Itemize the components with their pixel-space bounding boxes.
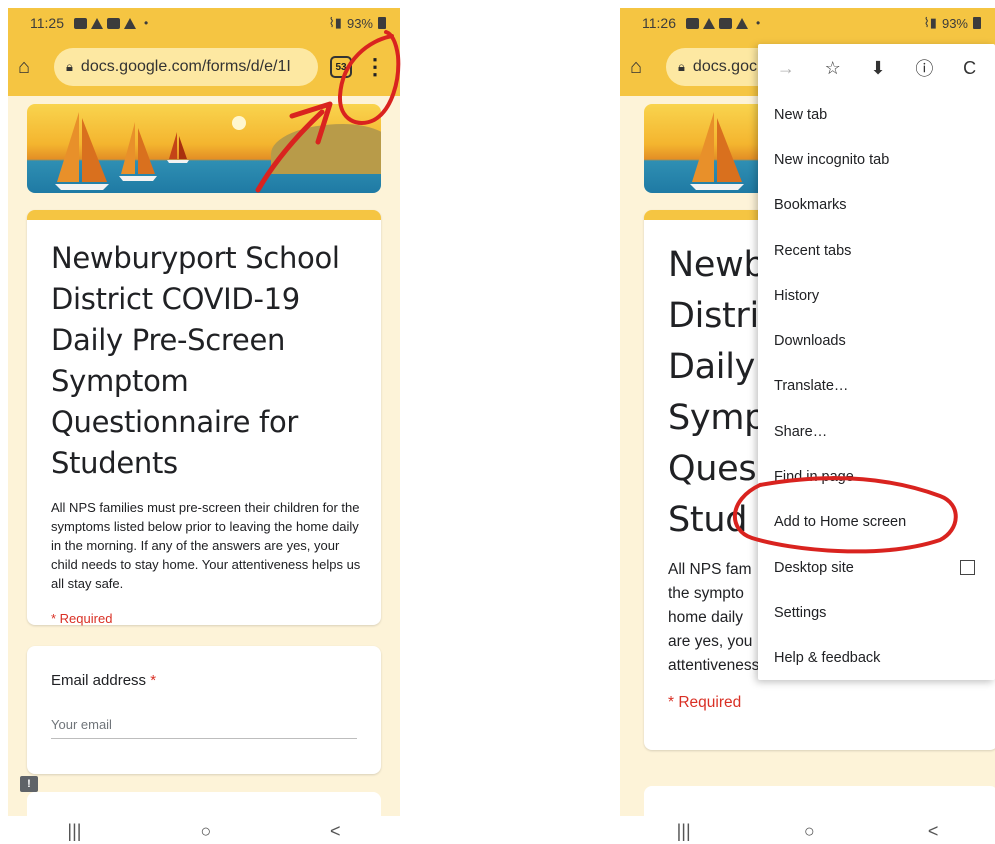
banner-image [27, 104, 381, 193]
bookmark-star-icon[interactable]: ☆ [825, 58, 841, 79]
form-page: Newburyport School District COVID-19 Dai… [8, 96, 400, 816]
sailboats-illustration [55, 112, 189, 190]
message-icon [686, 17, 699, 29]
home-button[interactable]: ○ [200, 821, 211, 842]
message-icon [74, 17, 87, 29]
browser-toolbar: ⌂ 🔒︎ docs.google.com/forms/d/e/1I 53 ⋮ [8, 38, 400, 96]
next-question-card [27, 792, 381, 816]
home-icon[interactable]: ⌂ [630, 56, 660, 79]
menu-item-add-to-home-screen[interactable]: Add to Home screen [758, 500, 995, 545]
url-field[interactable]: 🔒︎ docs.google.com/forms/d/e/1I [54, 48, 318, 86]
menu-item-desktop-site[interactable]: Desktop site [758, 545, 995, 590]
required-star: * [150, 672, 157, 689]
wifi-signal-icon: ⌇▮ [328, 15, 342, 30]
menu-item-settings[interactable]: Settings [758, 590, 995, 635]
menu-item-new-tab[interactable]: New tab [758, 92, 995, 137]
download-icon[interactable]: ⬇ [871, 58, 886, 79]
next-question-card [644, 786, 995, 816]
menu-item-recent-tabs[interactable]: Recent tabs [758, 228, 995, 273]
battery-icon [378, 17, 386, 29]
more-notifications-dot: • [756, 16, 761, 30]
report-feedback-icon[interactable]: ! [20, 776, 38, 792]
status-bar: 11:26 • ⌇▮ 93% [620, 8, 995, 38]
info-icon[interactable]: ⓘ [915, 55, 933, 81]
menu-item-bookmarks[interactable]: Bookmarks [758, 183, 995, 228]
form-header-card: Newburyport School District COVID-19 Dai… [27, 210, 381, 626]
drive-icon [736, 17, 748, 29]
android-nav-bar-right: ||| ○ < [620, 818, 995, 844]
email-question-card: Email address * Your email [27, 646, 381, 774]
browser-overflow-menu: → ☆ ⬇ ⓘ C New tab New incognito tab Book… [758, 44, 995, 680]
url-text: docs.goc [692, 58, 757, 75]
menu-item-share[interactable]: Share… [758, 409, 995, 454]
recent-apps-button[interactable]: ||| [677, 821, 691, 842]
email-label-text: Email address [51, 672, 147, 689]
drive-icon [703, 17, 715, 29]
lock-icon: 🔒︎ [66, 59, 73, 74]
lock-icon: 🔒︎ [678, 59, 685, 74]
menu-toolbar: → ☆ ⬇ ⓘ C [758, 44, 995, 92]
battery-percent: 93% [941, 15, 968, 31]
phone-screen-left: 11:25 • ⌇▮ 93% ⌂ 🔒︎ docs.google.com/form… [8, 8, 400, 816]
status-right: ⌇▮ 93% [328, 15, 386, 31]
required-note: * Required [668, 694, 742, 711]
url-text: docs.google.com/forms/d/e/1I [80, 58, 291, 75]
more-notifications-dot: • [144, 16, 149, 30]
menu-item-help-feedback[interactable]: Help & feedback [758, 636, 995, 681]
home-icon[interactable]: ⌂ [18, 56, 48, 79]
tab-switcher-button[interactable]: 53 [330, 56, 352, 78]
required-note: * Required [51, 611, 113, 626]
refresh-icon[interactable]: C [963, 58, 976, 79]
recent-apps-button[interactable]: ||| [67, 821, 81, 842]
news-icon [107, 17, 120, 29]
news-icon [719, 17, 732, 29]
home-button[interactable]: ○ [804, 821, 815, 842]
back-button[interactable]: < [330, 821, 341, 842]
email-input[interactable]: Your email [51, 717, 357, 739]
desktop-site-label: Desktop site [774, 559, 854, 576]
battery-icon [973, 17, 981, 29]
status-right: ⌇▮ 93% [923, 15, 981, 31]
menu-item-translate[interactable]: Translate… [758, 364, 995, 409]
forward-arrow-icon[interactable]: → [777, 58, 795, 79]
menu-item-find-in-page[interactable]: Find in page [758, 454, 995, 499]
wifi-signal-icon: ⌇▮ [923, 15, 937, 30]
status-time: 11:26 [642, 15, 676, 31]
android-nav-bar-left: ||| ○ < [8, 818, 400, 844]
status-time: 11:25 [30, 15, 64, 31]
menu-item-new-incognito-tab[interactable]: New incognito tab [758, 137, 995, 182]
drive-icon [91, 17, 103, 29]
drive-icon [124, 17, 136, 29]
notification-icons: • [686, 16, 760, 30]
battery-percent: 93% [346, 15, 373, 31]
form-title: Newburyport School District COVID-19 Dai… [51, 241, 340, 480]
menu-item-history[interactable]: History [758, 273, 995, 318]
back-button[interactable]: < [928, 821, 939, 842]
desktop-site-checkbox[interactable] [960, 560, 975, 576]
more-menu-button[interactable]: ⋮ [360, 56, 390, 78]
notification-icons: • [74, 16, 148, 30]
menu-item-downloads[interactable]: Downloads [758, 318, 995, 363]
form-description: All NPS families must pre-screen their c… [51, 500, 361, 591]
status-bar: 11:25 • ⌇▮ 93% [8, 8, 400, 38]
email-label: Email address * [27, 646, 381, 689]
